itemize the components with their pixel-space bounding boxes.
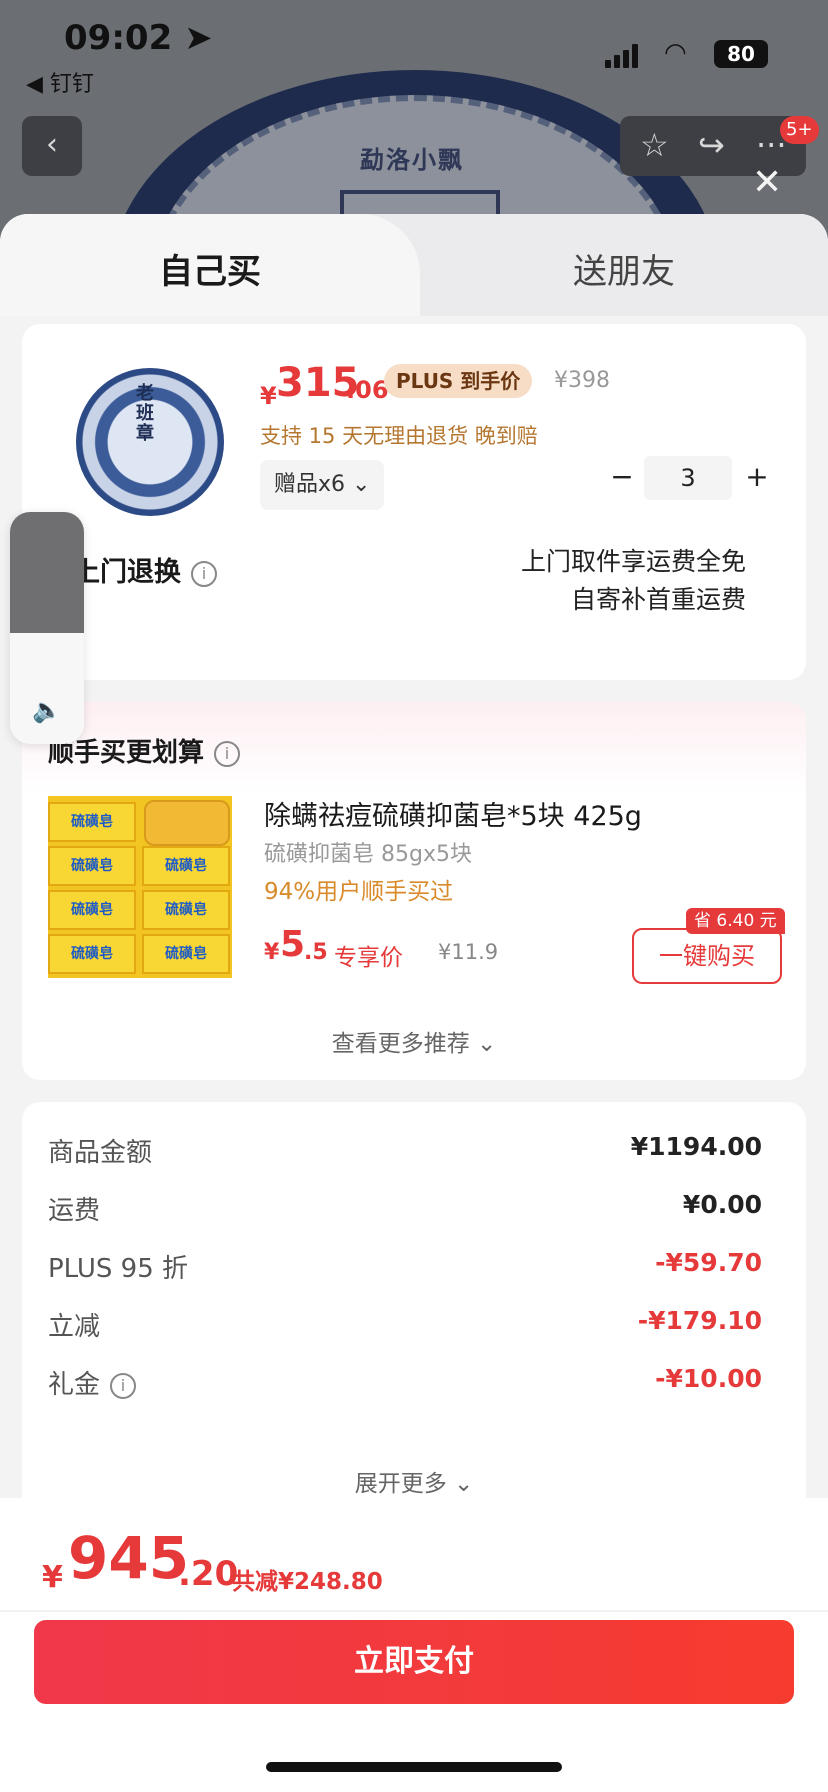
- close-icon[interactable]: ✕: [752, 162, 782, 203]
- cross-sell-currency: ¥: [264, 940, 280, 965]
- signal-icon: [605, 44, 639, 68]
- tab-gift-friend[interactable]: 送朋友: [420, 244, 828, 293]
- save-badge: 省 6.40 元: [686, 908, 785, 934]
- back-to-app[interactable]: ◀ 钉钉: [26, 66, 94, 98]
- price-currency: ¥: [260, 382, 277, 410]
- total-integer: 945: [68, 1524, 190, 1592]
- battery-icon: 80: [714, 40, 768, 68]
- summary-label: 立减: [48, 1312, 101, 1342]
- summary-value: ¥0.00: [682, 1190, 762, 1219]
- total-saved: 共减¥248.80: [232, 1569, 383, 1595]
- hero-logo-text: 勐洛小飘: [360, 146, 464, 174]
- volume-level-fill: [10, 512, 84, 633]
- summary-label: PLUS 95 折: [48, 1254, 189, 1284]
- one-click-buy-button[interactable]: 一键购买: [632, 928, 782, 984]
- tab-self-buy[interactable]: 自己买: [0, 214, 420, 316]
- summary-value: ¥1194.00: [630, 1132, 762, 1161]
- summary-label: 运费: [48, 1196, 101, 1226]
- status-time: 09:02 ➤: [64, 18, 213, 58]
- summary-row: 商品金额 ¥1194.00: [48, 1132, 762, 1172]
- original-price: ¥398: [554, 368, 610, 393]
- expand-more-link[interactable]: 展开更多 ⌄: [22, 1464, 806, 1498]
- gift-dropdown[interactable]: 赠品x6 ⌄: [260, 460, 385, 510]
- cross-sell-price-integer: 5: [280, 924, 306, 965]
- summary-value: -¥179.10: [637, 1306, 762, 1335]
- location-arrow-icon: ➤: [184, 18, 213, 58]
- wifi-icon: ◠: [664, 38, 687, 68]
- more-recommendations-link[interactable]: 查看更多推荐 ⌄: [22, 1024, 806, 1058]
- pay-now-button[interactable]: 立即支付: [34, 1620, 794, 1704]
- summary-row: 礼金 i -¥10.00: [48, 1364, 762, 1404]
- return-policy: 支持 15 天无理由退货 晚到赔: [260, 424, 538, 448]
- quantity-stepper: − 3 +: [602, 456, 782, 500]
- increase-button[interactable]: +: [734, 456, 780, 500]
- total-currency: ¥: [42, 1560, 63, 1595]
- summary-value: -¥59.70: [655, 1248, 762, 1277]
- decrease-button[interactable]: −: [602, 456, 642, 500]
- product-thumbnail-text: 老班章: [136, 383, 154, 444]
- tab-label: 自己买: [159, 252, 261, 292]
- chevron-down-icon: ⌄: [352, 472, 371, 497]
- cross-sell-name[interactable]: 除螨祛痘硫磺抑菌皂*5块 425g: [264, 794, 642, 833]
- plus-price-tag: PLUS 到手价: [384, 364, 533, 398]
- share-icon[interactable]: ↪: [698, 126, 725, 164]
- back-icon[interactable]: ‹: [22, 116, 82, 176]
- price-decimal: .06: [346, 376, 389, 404]
- cross-sell-exclusive-label: 专享价: [334, 945, 403, 971]
- star-icon[interactable]: ☆: [640, 126, 669, 164]
- summary-row: PLUS 95 折 -¥59.70: [48, 1248, 762, 1288]
- total-decimal: .20: [178, 1554, 239, 1594]
- summary-value: -¥10.00: [655, 1364, 762, 1393]
- service-detail-1: 上门取件享运费全免: [520, 547, 746, 576]
- cross-sell-social-proof: 94%用户顺手买过: [264, 879, 454, 905]
- cross-sell-card: 顺手买更划算 i 硫磺皂 硫磺皂 硫磺皂 硫磺皂 硫磺皂 硫磺皂 硫磺皂 除螨祛痘…: [22, 702, 806, 1080]
- service-detail-2: 自寄补首重运费: [570, 585, 746, 614]
- cross-sell-price-decimal: .5: [304, 940, 328, 965]
- checkout-bottom-bar: ¥ 945 .20 共减¥248.80 立即支付: [0, 1498, 828, 1792]
- summary-label: 商品金额: [48, 1138, 153, 1168]
- summary-label: 礼金 i: [48, 1364, 137, 1401]
- summary-row: 立减 -¥179.10: [48, 1306, 762, 1346]
- home-indicator: [266, 1762, 562, 1772]
- quantity-value[interactable]: 3: [644, 456, 732, 500]
- soap-product-image[interactable]: 硫磺皂 硫磺皂 硫磺皂 硫磺皂 硫磺皂 硫磺皂 硫磺皂: [48, 796, 232, 978]
- cross-sell-spec: 硫磺抑菌皂 85gx5块: [264, 842, 472, 867]
- summary-row: 运费 ¥0.00: [48, 1190, 762, 1230]
- volume-hud: 🔈: [10, 512, 84, 744]
- message-badge: 5+: [780, 116, 819, 144]
- info-icon[interactable]: i: [191, 560, 217, 587]
- speaker-icon: 🔈: [32, 696, 62, 724]
- info-icon[interactable]: i: [110, 1372, 137, 1399]
- product-card: 老班章 ¥ 315 .06 PLUS 到手价 ¥398 支持 15 天无理由退货…: [22, 324, 806, 680]
- info-icon[interactable]: i: [214, 740, 241, 767]
- cross-sell-original-price: ¥11.9: [438, 940, 499, 964]
